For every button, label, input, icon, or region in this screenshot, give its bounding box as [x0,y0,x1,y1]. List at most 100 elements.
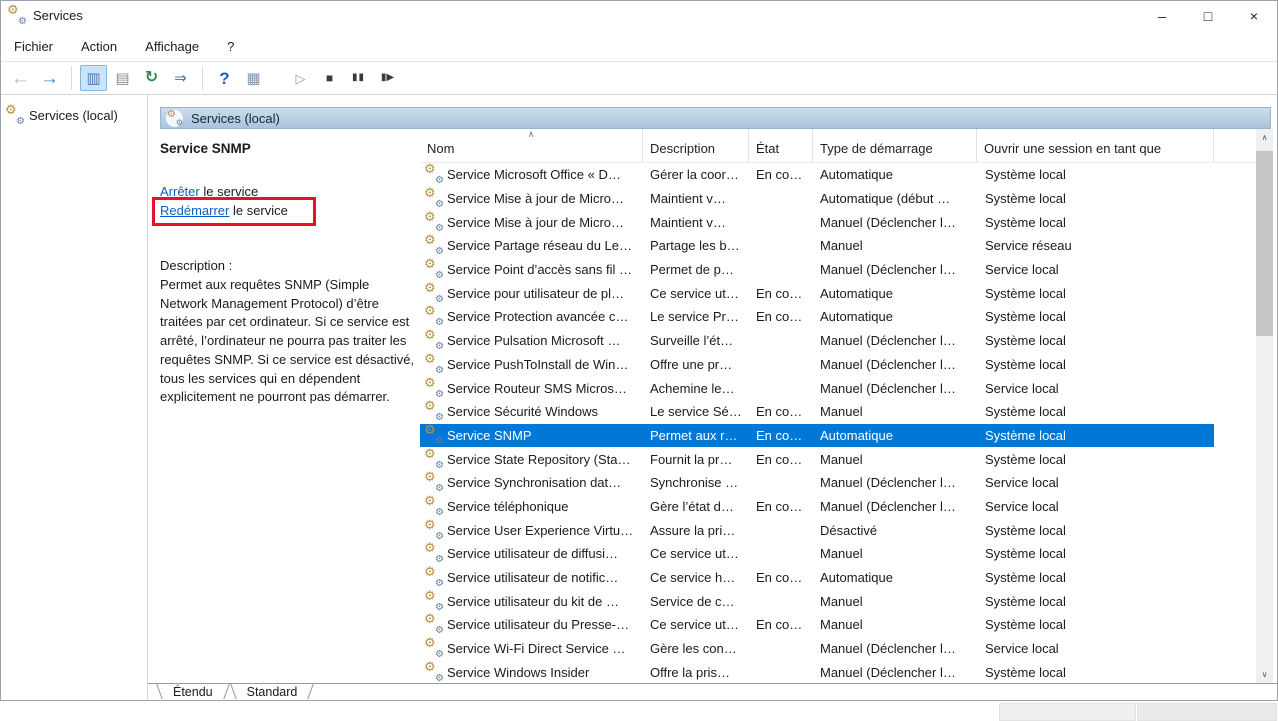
service-description-cell: Fournit la pr… [643,447,749,471]
start-service-button[interactable]: ▷ [287,65,314,91]
service-logon-cell: Service réseau [977,234,1214,258]
table-row[interactable]: ⚙⚙Service Windows InsiderOffre la pris…M… [420,660,1214,683]
close-button[interactable]: × [1231,0,1277,31]
service-startup-type-cell: Manuel [813,400,977,424]
service-name-cell: ⚙⚙Service SNMP [420,424,643,448]
service-name-cell: ⚙⚙Service Protection avancée c… [420,305,643,329]
table-row[interactable]: ⚙⚙Service Mise à jour de Micro…Maintient… [420,210,1214,234]
table-row[interactable]: ⚙⚙Service User Experience Virtu…Assure l… [420,518,1214,542]
table-row[interactable]: ⚙⚙Service PushToInstall de Win…Offre une… [420,353,1214,377]
table-row[interactable]: ⚙⚙Service utilisateur du Presse-…Ce serv… [420,613,1214,637]
properties-button[interactable]: ▤ [109,65,136,91]
column-header-description[interactable]: Description [643,129,749,162]
scroll-up-button[interactable]: ∧ [1256,129,1273,146]
table-row[interactable]: ⚙⚙Service utilisateur de diffusi…Ce serv… [420,542,1214,566]
service-gear-icon: ⚙⚙ [425,664,442,681]
stop-service-icon: ■ [326,72,333,84]
service-description-cell: Maintient v… [643,187,749,211]
table-row[interactable]: ⚙⚙Service utilisateur de notific…Ce serv… [420,566,1214,590]
scrollbar-thumb[interactable] [1256,151,1273,336]
service-logon-cell: Système local [977,210,1214,234]
bottom-strip [0,701,1278,721]
service-gear-icon: ⚙⚙ [425,640,442,657]
service-description-cell: Service de c… [643,589,749,613]
refresh-button[interactable]: ↻ [138,65,165,91]
service-startup-type-cell: Automatique [813,163,977,187]
service-name-cell: ⚙⚙Service utilisateur du kit de … [420,589,643,613]
tree-item-services-local[interactable]: ⚙⚙ Services (local) [0,104,147,126]
minimize-button[interactable]: – [1139,0,1185,31]
tab-standard[interactable]: Standard [230,684,315,701]
vertical-scrollbar[interactable]: ∧ ∨ [1256,129,1273,683]
menu-help[interactable]: ? [213,31,248,61]
service-name-label: Service pour utilisateur de pl… [447,286,624,301]
restart-service-link[interactable]: Redémarrer [160,203,229,218]
table-row[interactable]: ⚙⚙Service Mise à jour de Micro…Maintient… [420,187,1214,211]
service-name-label: Service Pulsation Microsoft … [447,333,620,348]
table-row[interactable]: ⚙⚙Service Wi-Fi Direct Service …Gère les… [420,637,1214,661]
menu-action[interactable]: Action [67,31,131,61]
service-startup-type-cell: Automatique (début … [813,187,977,211]
column-header-label: État [756,141,779,156]
column-header-session[interactable]: Ouvrir une session en tant que [977,129,1214,162]
restart-service-button[interactable]: ▮▶ [374,65,401,91]
table-row[interactable]: ⚙⚙Service Routeur SMS Micros…Achemine le… [420,376,1214,400]
service-name-label: Service User Experience Virtu… [447,523,633,538]
table-row[interactable]: ⚙⚙Service Pulsation Microsoft …Surveille… [420,329,1214,353]
table-row[interactable]: ⚙⚙Service Sécurité WindowsLe service Sé…… [420,400,1214,424]
column-header-etat[interactable]: État [749,129,813,162]
help-icon: ? [219,70,229,87]
table-row[interactable]: ⚙⚙Service Point d’accès sans fil …Permet… [420,258,1214,282]
menu-bar: Fichier Action Affichage ? [0,31,1278,62]
service-gear-icon: ⚙⚙ [425,616,442,633]
background-fragment-left [999,703,1136,721]
service-startup-type-cell: Automatique [813,305,977,329]
service-state-cell [749,471,813,495]
export-list-button[interactable]: ⇒ [167,65,194,91]
table-row[interactable]: ⚙⚙Service Synchronisation dat…Synchronis… [420,471,1214,495]
services-list: ∧ Nom Description État Type de démarrage… [420,129,1273,683]
help-button[interactable]: ? [211,65,238,91]
table-row[interactable]: ⚙⚙Service Protection avancée c…Le servic… [420,305,1214,329]
service-gear-icon: ⚙⚙ [425,380,442,397]
scroll-down-button[interactable]: ∨ [1256,666,1273,683]
service-state-cell: En co… [749,613,813,637]
table-row[interactable]: ⚙⚙Service pour utilisateur de pl…Ce serv… [420,281,1214,305]
forward-button[interactable]: → [36,65,63,91]
service-name-label: Service Wi-Fi Direct Service … [447,641,625,656]
table-row[interactable]: ⚙⚙Service utilisateur du kit de …Service… [420,589,1214,613]
menu-fichier[interactable]: Fichier [0,31,67,61]
console-tree-pane: ⚙⚙ Services (local) [0,95,148,701]
service-name-label: Service utilisateur du Presse-… [447,617,629,632]
service-name-cell: ⚙⚙Service Partage réseau du Le… [420,234,643,258]
service-name-cell: ⚙⚙Service Mise à jour de Micro… [420,210,643,234]
tab-etendu[interactable]: Étendu [156,684,230,701]
service-logon-cell: Service local [977,376,1214,400]
column-header-type-demarrage[interactable]: Type de démarrage [813,129,977,162]
service-startup-type-cell: Manuel (Déclencher l… [813,258,977,282]
back-button[interactable]: ← [7,65,34,91]
service-description-cell: Gère l’état d… [643,495,749,519]
menu-affichage[interactable]: Affichage [131,31,213,61]
service-state-cell: En co… [749,305,813,329]
table-row[interactable]: ⚙⚙Service SNMPPermet aux r…En co…Automat… [420,424,1214,448]
service-name-label: Service Point d’accès sans fil … [447,262,632,277]
table-row[interactable]: ⚙⚙Service Microsoft Office « D…Gérer la … [420,163,1214,187]
view-columns-button[interactable]: ▦ [240,65,267,91]
service-state-cell [749,376,813,400]
pause-service-button[interactable]: ▮▮ [345,65,372,91]
service-gear-icon: ⚙⚙ [425,593,442,610]
service-state-cell [749,637,813,661]
stop-service-button[interactable]: ■ [316,65,343,91]
service-startup-type-cell: Manuel [813,542,977,566]
table-row[interactable]: ⚙⚙Service State Repository (Sta…Fournit … [420,447,1214,471]
maximize-button[interactable]: □ [1185,0,1231,31]
service-state-cell: En co… [749,566,813,590]
table-row[interactable]: ⚙⚙Service Partage réseau du Le…Partage l… [420,234,1214,258]
service-logon-cell: Service local [977,637,1214,661]
services-window: ⚙⚙ Services – □ × Fichier Action Afficha… [0,0,1278,721]
service-name-label: Service Mise à jour de Micro… [447,215,624,230]
column-header-nom[interactable]: ∧ Nom [420,129,643,162]
show-console-tree-button[interactable]: ▥ [80,65,107,91]
table-row[interactable]: ⚙⚙Service téléphoniqueGère l’état d…En c… [420,495,1214,519]
